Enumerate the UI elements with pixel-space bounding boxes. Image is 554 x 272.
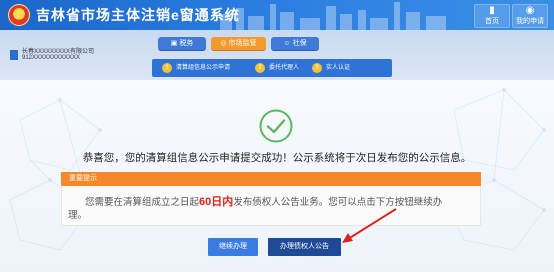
nav-my-applications-label: 我的申请 (516, 18, 544, 25)
deadline-highlight: 60日内 (199, 196, 234, 208)
notice-text-prefix: 您需要在清算组成立之日起 (85, 197, 200, 208)
success-message: 恭喜您，您的清算组信息公示申请提交成功！公示系统将于次日发布您的公示信息。 (82, 152, 472, 164)
tab-social-security[interactable]: ☺ 社保 (271, 37, 319, 50)
national-emblem-logo (8, 4, 30, 26)
notice-header: 重要提示 (61, 172, 481, 186)
company-icon (10, 50, 18, 60)
market-icon: ◎ (220, 40, 227, 47)
tax-icon: ▣ (170, 40, 178, 47)
notice-text-line-2: 理。 (68, 210, 88, 221)
company-credit-code: 912XXXXXXXXXXXX (22, 55, 81, 61)
step-2-number: 2 (255, 63, 265, 73)
notice-header-label: 重要提示 (69, 175, 97, 182)
continue-button[interactable]: 继续办理 (208, 238, 258, 256)
tab-market-label: 市场监管 (228, 40, 257, 47)
step-2-label: 委托代理人 (269, 65, 300, 71)
city-skyline-decoration (220, 2, 446, 30)
nav-home-label: 首页 (485, 18, 499, 25)
step-3-number: 3 (312, 63, 322, 73)
red-pointer-arrow-icon (342, 208, 397, 243)
step-progress-bar: 1 清算组信息公示申请 2 委托代理人 3 实人认证 (152, 59, 392, 77)
social-icon: ☺ (283, 40, 291, 47)
company-name: 长春XXXXXXXXX有限公司 (22, 49, 95, 55)
success-check-icon (259, 109, 293, 143)
tab-market-supervision[interactable]: ◎ 市场监管 (211, 37, 266, 50)
tab-social-label: 社保 (292, 40, 307, 47)
step-3-label: 实人认证 (326, 65, 351, 71)
nav-my-applications-button[interactable]: ◉ 我的申请 (512, 4, 548, 28)
tab-tax[interactable]: ▣ 税务 (158, 37, 206, 50)
nav-home-button[interactable]: ▮ 首页 (474, 4, 510, 28)
step-1-number: 1 (162, 63, 172, 73)
system-title: 吉林省市场主体注销e窗通系统 (36, 7, 240, 23)
home-icon: ▮ (489, 5, 495, 16)
tab-tax-label: 税务 (179, 40, 194, 47)
creditor-announcement-button[interactable]: 办理债权人公告 (268, 238, 341, 256)
user-apply-icon: ◉ (525, 5, 535, 16)
step-1-label: 清算组信息公示申请 (176, 65, 231, 71)
